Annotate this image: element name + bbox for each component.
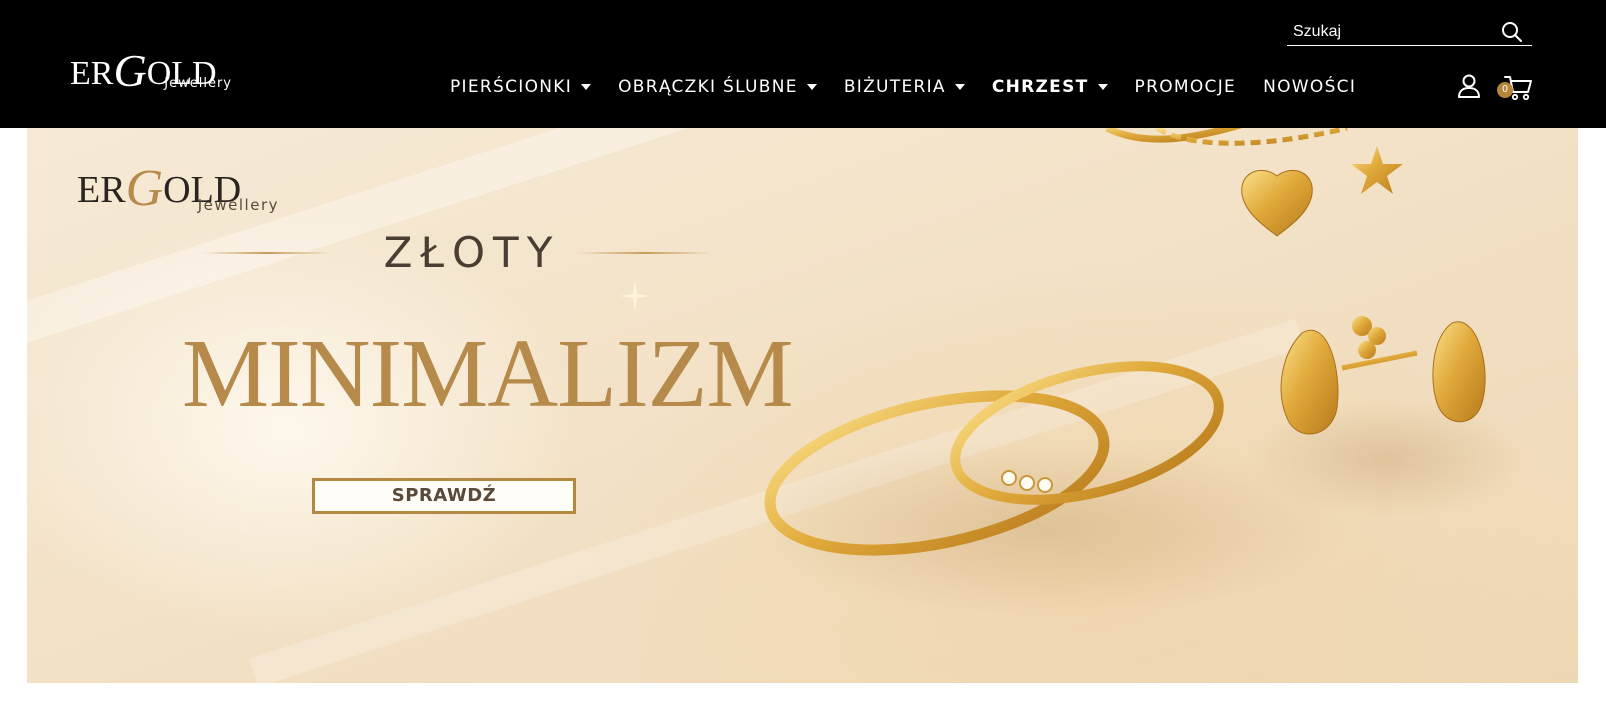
banner-title: MINIMALIZM bbox=[182, 320, 794, 428]
search-bar bbox=[1287, 18, 1532, 46]
nav-item-bizuteria[interactable]: BIŻUTERIA bbox=[844, 77, 965, 97]
sparkle-icon bbox=[619, 280, 651, 312]
check-button[interactable]: SPRAWDŹ bbox=[312, 478, 576, 514]
divider-line-right bbox=[577, 252, 712, 254]
chevron-down-icon bbox=[581, 84, 592, 90]
nav-item-promocje[interactable]: PROMOCJE bbox=[1135, 77, 1237, 97]
main-nav: PIERŚCIONKI OBRĄCZKI ŚLUBNE BIŻUTERIA CH… bbox=[450, 72, 1356, 102]
chevron-down-icon bbox=[1097, 84, 1108, 90]
site-logo[interactable]: ERGOLD Jewellery bbox=[70, 40, 240, 100]
logo-tagline: Jewellery bbox=[164, 76, 232, 91]
search-icon[interactable] bbox=[1500, 20, 1524, 44]
banner-logo: ERGOLD Jewellery bbox=[77, 150, 287, 220]
banner-logo-tagline: Jewellery bbox=[197, 196, 279, 214]
nav-item-nowosci[interactable]: NOWOŚCI bbox=[1263, 77, 1356, 97]
nav-item-obraczki-slubne[interactable]: OBRĄCZKI ŚLUBNE bbox=[618, 77, 817, 97]
banner-subtitle: ZŁOTY bbox=[383, 228, 561, 277]
jewelry-image bbox=[747, 128, 1527, 618]
chevron-down-icon bbox=[954, 84, 965, 90]
nav-item-pierscionki[interactable]: PIERŚCIONKI bbox=[450, 77, 592, 97]
divider-line-left bbox=[202, 252, 332, 254]
search-input[interactable] bbox=[1293, 22, 1483, 42]
user-icon[interactable] bbox=[1456, 73, 1482, 99]
cart-button[interactable]: 0 bbox=[1497, 72, 1535, 102]
hero-banner[interactable]: ERGOLD Jewellery ZŁOTY MINIMALIZM SPRAWD… bbox=[27, 128, 1578, 683]
nav-item-chrzest[interactable]: CHRZEST bbox=[992, 77, 1108, 97]
chevron-down-icon bbox=[806, 84, 817, 90]
site-header: ERGOLD Jewellery PIERŚCIONKI OBRĄCZKI ŚL… bbox=[0, 0, 1606, 128]
cart-count-badge: 0 bbox=[1497, 82, 1513, 98]
